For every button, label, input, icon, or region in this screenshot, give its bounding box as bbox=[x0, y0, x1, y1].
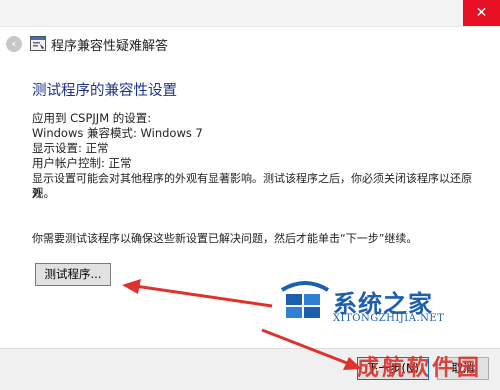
troubleshooter-window: ✕ ‹ 程序兼容性疑难解答 测试程序的兼容性设置 应用到 CSPJJM 的设置:… bbox=[0, 0, 500, 390]
site-logo-url: XITONGZHIJIA.NET bbox=[333, 313, 445, 324]
site-logo-icon bbox=[280, 281, 330, 318]
watermark-stamp: 成航软件园 bbox=[357, 356, 483, 381]
annotation-arrows bbox=[122, 279, 362, 370]
arrow-to-next-button-icon bbox=[261, 328, 362, 370]
arrow-to-test-button-icon bbox=[122, 279, 273, 308]
